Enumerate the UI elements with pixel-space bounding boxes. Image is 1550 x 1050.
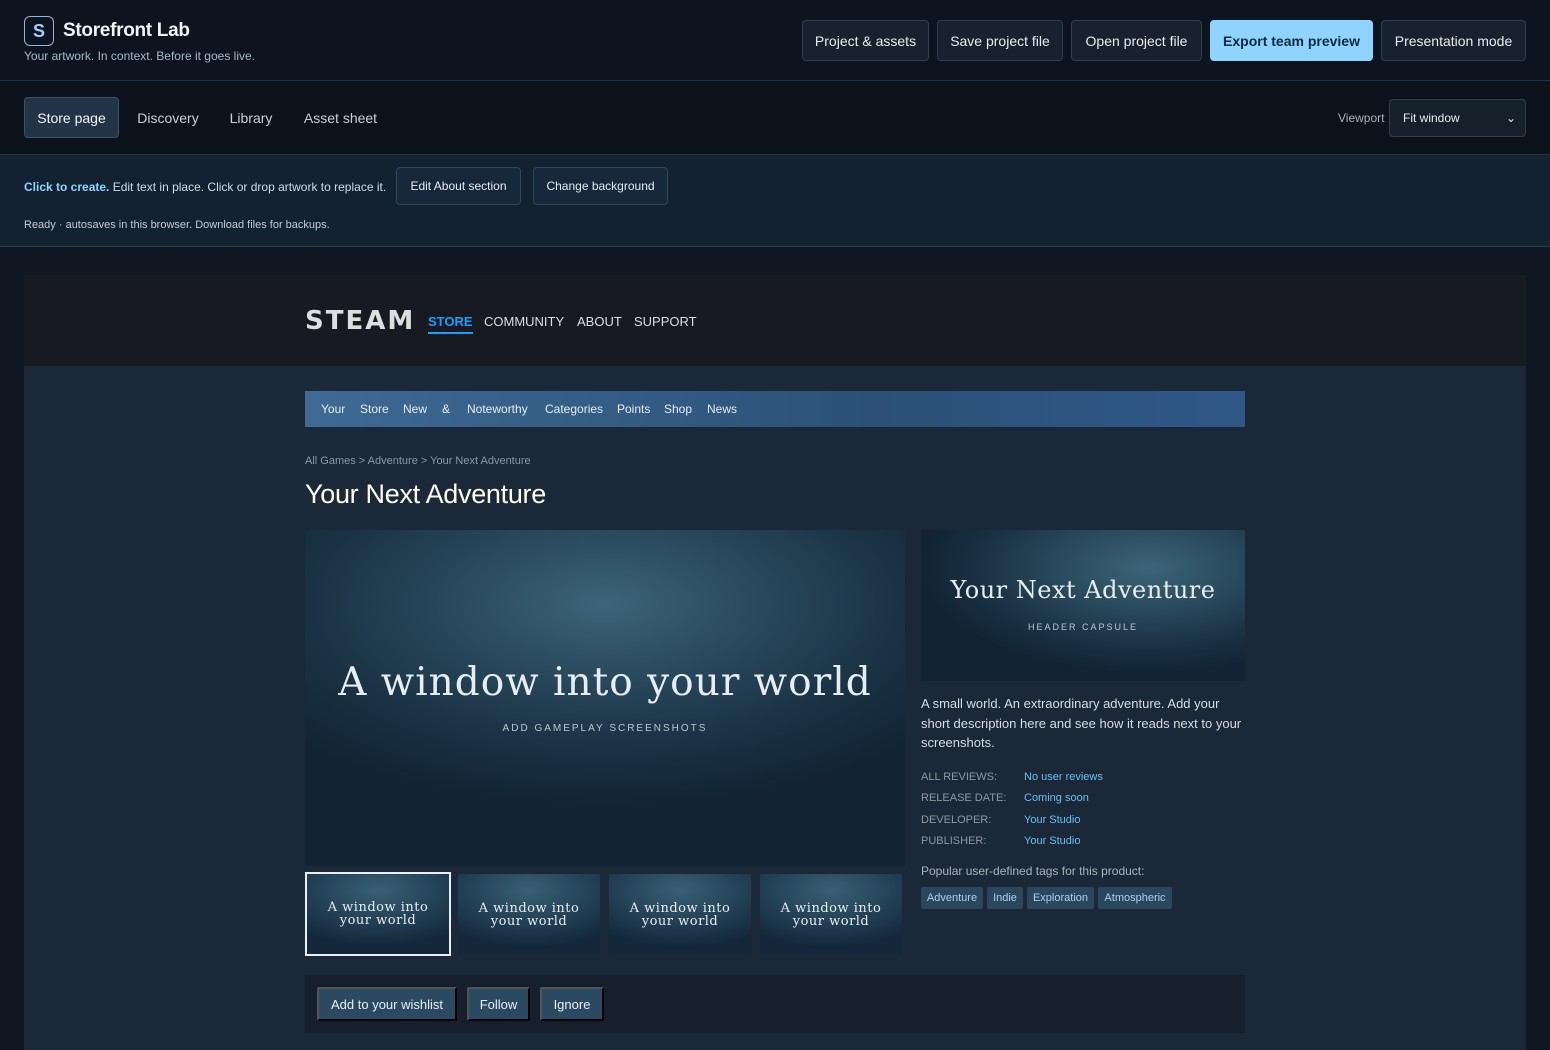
header-capsule[interactable]: Your Next Adventure HEADER CAPSULE [921,530,1245,681]
hero-title: A window into your world [338,660,872,705]
capsule-subtitle: HEADER CAPSULE [1027,622,1139,632]
change-background-button[interactable]: Change background [533,167,668,205]
add-to-wishlist-button[interactable]: Add to your wishlist [317,987,457,1021]
release-date-label: RELEASE DATE: [921,792,1007,804]
thumbnail-text: A window into your world [780,900,882,929]
screenshot-thumbnail[interactable]: A window into your world [305,872,451,956]
follow-button[interactable]: Follow [467,987,530,1021]
open-project-button[interactable]: Open project file [1071,20,1202,61]
steam-nav-store[interactable]: STORE [428,314,473,334]
store-nav-item[interactable]: & [442,402,450,416]
hint-bar: Click to create. Edit text in place. Cli… [0,155,1550,247]
store-nav-item[interactable]: Shop [664,402,692,416]
status-text: Ready · autosaves in this browser. Downl… [24,219,330,231]
thumbnail-text: A window into your world [478,900,580,929]
publisher-label: PUBLISHER: [921,835,987,847]
tab-discovery[interactable]: Discovery [125,97,211,138]
reviews-value[interactable]: No user reviews [1024,771,1103,783]
steam-nav-community[interactable]: COMMUNITY [484,314,564,329]
steam-nav-about[interactable]: ABOUT [577,314,622,329]
store-nav-bar: Your Store New & Noteworthy Categories P… [305,391,1245,427]
screenshot-thumbnail[interactable]: A window into your world [760,874,902,955]
tag-exploration[interactable]: Exploration [1027,887,1094,909]
hint-bold: Click to create. [24,180,110,194]
developer-label: DEVELOPER: [921,814,992,826]
developer-value[interactable]: Your Studio [1024,814,1080,826]
hint-body: Edit text in place. Click or drop artwor… [109,180,387,194]
tag-adventure[interactable]: Adventure [921,887,983,909]
store-nav-item[interactable]: Noteworthy [467,402,528,416]
save-project-button[interactable]: Save project file [937,20,1063,61]
store-nav-item[interactable]: News [707,402,737,416]
chevron-down-icon: ⌄ [1505,111,1516,125]
export-preview-button[interactable]: Export team preview [1210,20,1373,61]
hint-text: Click to create. Edit text in place. Cli… [24,180,386,194]
tag-atmospheric[interactable]: Atmospheric [1098,887,1172,909]
viewport-label: Viewport [1338,111,1385,125]
tab-store-page[interactable]: Store page [24,97,119,138]
tag-indie[interactable]: Indie [987,887,1023,909]
viewport-select[interactable]: Fit window ⌄ [1389,99,1526,137]
publisher-value[interactable]: Your Studio [1024,835,1080,847]
steam-header: STEAM STORE COMMUNITY ABOUT SUPPORT [24,275,1526,366]
action-bar: Add to your wishlist Follow Ignore [305,975,1245,1033]
short-description[interactable]: A small world. An extraordinary adventur… [921,694,1247,753]
capsule-title: Your Next Adventure [950,576,1216,604]
store-nav-item[interactable]: Your [321,402,345,416]
app-logo-icon: S [24,16,54,46]
thumbnail-text: A window into your world [629,900,731,929]
tags-title: Popular user-defined tags for this produ… [921,864,1145,878]
store-nav-item[interactable]: Store [360,402,389,416]
presentation-mode-button[interactable]: Presentation mode [1381,20,1526,61]
store-nav-item[interactable]: Points [617,402,650,416]
app-header: S Storefront Lab Your artwork. In contex… [0,0,1550,81]
screenshot-thumbnail[interactable]: A window into your world [609,874,751,955]
store-nav-item[interactable]: Categories [545,402,603,416]
reviews-label: ALL REVIEWS: [921,771,998,783]
store-preview: STEAM STORE COMMUNITY ABOUT SUPPORT Your… [24,275,1526,1050]
game-title[interactable]: Your Next Adventure [305,479,546,510]
breadcrumb: All Games > Adventure > Your Next Advent… [305,455,531,467]
steam-nav-support[interactable]: SUPPORT [634,314,697,329]
tab-asset-sheet[interactable]: Asset sheet [293,97,388,138]
app-name: Storefront Lab [63,20,190,41]
steam-logo: STEAM [305,306,416,336]
viewport-value: Fit window [1403,111,1460,125]
edit-about-button[interactable]: Edit About section [396,167,521,205]
store-nav-item[interactable]: New [403,402,427,416]
project-assets-button[interactable]: Project & assets [802,20,929,61]
ignore-button[interactable]: Ignore [540,987,604,1021]
view-tabs: Store page Discovery Library Asset sheet… [0,81,1550,155]
hero-subtitle: ADD GAMEPLAY SCREENSHOTS [502,723,708,734]
screenshot-thumbnail[interactable]: A window into your world [458,874,600,955]
app-tagline: Your artwork. In context. Before it goes… [24,49,256,63]
tab-library[interactable]: Library [219,97,283,138]
hero-screenshot[interactable]: A window into your world ADD GAMEPLAY SC… [305,530,905,866]
release-date-value[interactable]: Coming soon [1024,792,1089,804]
thumbnail-text: A window into your world [327,900,429,928]
